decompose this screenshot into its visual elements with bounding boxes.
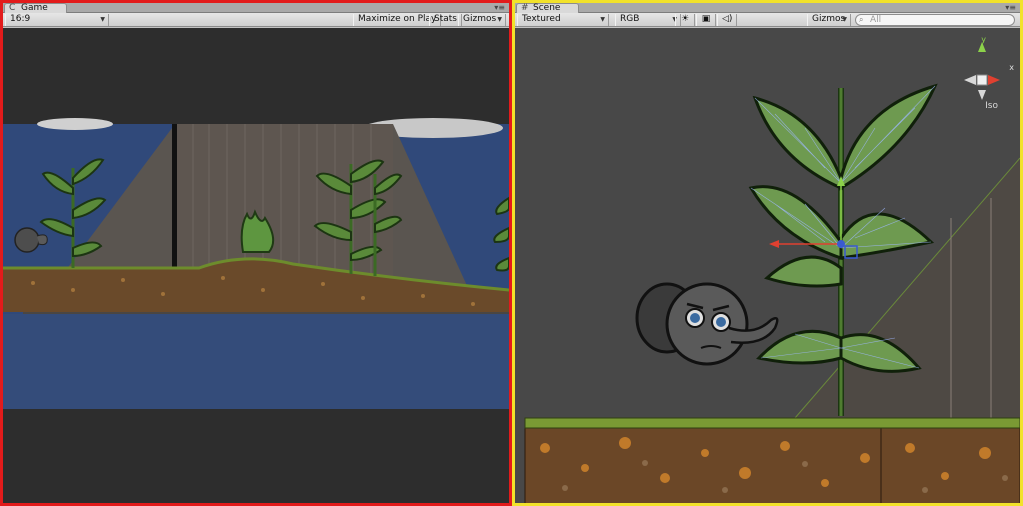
scene-overlay-toggle[interactable]: ▣ [696,14,716,26]
scene-render [524,83,1020,503]
scene-audio-toggle[interactable]: ◁) [717,14,737,26]
scene-grid-icon: # [521,3,529,13]
game-gizmos-label: Gizmos [463,14,497,24]
render-mode-label: Textured [522,14,561,24]
game-gizmos-dropdown[interactable]: Gizmos ▼ [458,14,506,26]
x-axis-cone-icon[interactable] [988,75,1000,85]
game-tab[interactable]: C Game [4,3,67,13]
axis-x-label: x [1009,63,1014,72]
aspect-dropdown[interactable]: 16:9 ▼ [5,14,109,26]
game-tab-bar: C Game ▾≡ [3,3,509,13]
panel-menu-icon[interactable]: ▾≡ [494,3,505,12]
game-view[interactable] [3,28,509,503]
speaker-icon: ◁) [722,14,733,24]
neg-y-axis-cone-icon[interactable] [978,90,986,100]
scene-panel[interactable]: # Scene ▾≡ Textured ▼ RGB ▼ ☀ ▣ ◁) Gizmo… [512,0,1023,506]
fence-post [172,124,177,269]
scene-gizmos-label: Gizmos [812,14,846,24]
image-icon: ▣ [701,14,711,24]
scene-search-placeholder: All [870,15,882,25]
stats-label: Stats [434,14,457,24]
corn-plant-selected [748,83,938,416]
chevron-down-icon: ▼ [600,16,605,23]
ground-shadow [23,312,509,314]
render-mode-dropdown[interactable]: Textured ▼ [517,14,609,26]
chevron-down-icon: ▼ [100,16,105,23]
ground-block [880,417,1020,503]
neg-x-axis-cone-icon[interactable] [964,75,976,85]
scene-view[interactable]: y x Iso [515,28,1020,503]
scene-tab-bar: # Scene ▾≡ [515,3,1020,13]
panel-menu-icon[interactable]: ▾≡ [1005,3,1016,12]
color-mode-label: RGB [620,14,640,24]
projection-label[interactable]: Iso [985,101,998,111]
chevron-down-icon: ▼ [497,16,502,23]
game-toolbar: 16:9 ▼ Maximize on Play Stats Gizmos ▼ [3,13,509,27]
ground-block [524,417,882,503]
game-tab-label: Game [21,3,48,13]
game-panel[interactable]: C Game ▾≡ 16:9 ▼ Maximize on Play Stats … [0,0,512,506]
scene-lighting-toggle[interactable]: ☀ [675,14,695,26]
ground-grass [524,417,1020,429]
chevron-down-icon: ▼ [842,16,847,23]
game-render [3,118,509,409]
orientation-gizmo[interactable] [954,38,1010,110]
scene-gizmos-dropdown[interactable]: Gizmos ▼ [807,14,851,26]
cloud [37,118,113,130]
color-mode-dropdown[interactable]: RGB ▼ [615,14,681,26]
maximize-on-play-label: Maximize on Play [358,14,437,24]
scene-tab[interactable]: # Scene [516,3,580,13]
search-icon: ⌕ [859,15,864,24]
aspect-dropdown-label: 16:9 [10,14,31,24]
center-cube-icon[interactable] [976,74,988,86]
axis-y-label: y [981,35,986,44]
scene-search-input[interactable]: ⌕ All [855,14,1015,26]
elephant-character [635,282,779,366]
game-controller-icon: C [9,3,16,13]
scene-toolbar: Textured ▼ RGB ▼ ☀ ▣ ◁) Gizmos ▼ ⌕ All [515,13,1020,27]
scene-tab-label: Scene [533,3,561,13]
water [3,314,509,409]
sun-icon: ☀ [680,14,690,24]
x-axis-arrow-icon [769,240,779,248]
